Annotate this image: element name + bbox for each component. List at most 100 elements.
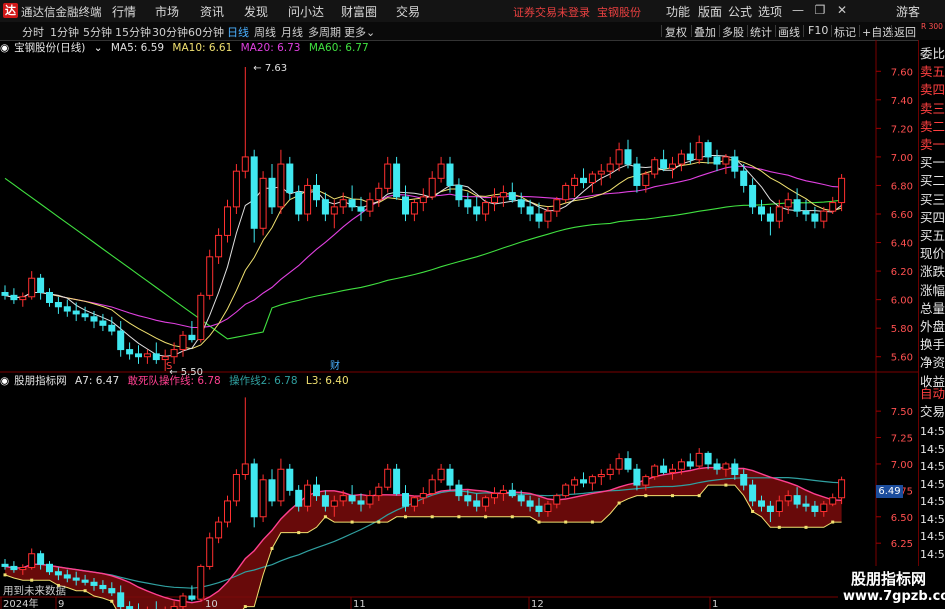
indicator-candle	[811, 505, 819, 512]
price-candle	[410, 202, 418, 215]
price-candle	[215, 234, 223, 258]
side-item-15: 外盘	[920, 319, 945, 334]
price-candle	[615, 149, 623, 165]
indicator-tick-label: 6.25	[891, 539, 913, 550]
side-time-3: 14:56	[920, 477, 945, 491]
date-tick-label: 10	[205, 599, 218, 609]
indicator-candle	[295, 489, 303, 507]
side-item-11: 现价	[920, 246, 945, 262]
side-item-14: 总量	[920, 300, 945, 316]
indicator-candle	[544, 503, 552, 512]
collapse-icon: ◉	[0, 375, 10, 387]
indicator-candle	[188, 595, 196, 600]
l3-dot	[297, 531, 301, 535]
indicator-tick-label: 7.50	[891, 407, 913, 418]
price-candle	[37, 277, 45, 293]
price-candle	[179, 334, 187, 351]
price-candle	[304, 184, 312, 215]
price-candle	[482, 202, 490, 215]
price-candle	[571, 177, 579, 186]
indicator-candle	[63, 574, 71, 579]
l3-dot	[804, 525, 808, 529]
price-tick-label: 7.60	[891, 67, 913, 78]
indicator-candle	[81, 579, 89, 583]
chevron-down-icon: ⌄	[93, 42, 103, 54]
price-candle	[553, 199, 561, 212]
price-tick-label: 6.60	[891, 210, 913, 221]
indicator-candle	[108, 588, 116, 594]
ma10-label: MA10: 6.61	[172, 42, 233, 54]
indicator-candle	[366, 495, 374, 505]
price-candle	[775, 206, 783, 222]
indicator-candle	[1, 563, 9, 567]
indicator-candle	[571, 479, 579, 486]
price-tick-label: 7.40	[891, 96, 913, 107]
price-candle	[464, 199, 472, 208]
price-candle	[704, 142, 712, 158]
side-auto-0[interactable]: 自动	[920, 386, 945, 402]
price-candle	[366, 199, 374, 212]
indicator-candle	[517, 495, 525, 502]
price-candle	[758, 206, 765, 215]
indicator-candle	[535, 505, 543, 512]
price-candle	[669, 163, 676, 169]
indicator-candle	[277, 468, 285, 502]
side-auto-1[interactable]: 交易	[920, 404, 945, 420]
indicator-candle	[224, 500, 231, 523]
price-candle	[651, 159, 659, 175]
l3-dot	[751, 509, 755, 513]
indicator-candle	[766, 505, 774, 512]
current-value-tag: 6.49	[876, 485, 903, 498]
price-candle	[81, 313, 89, 318]
side-item-17: 净资	[920, 355, 945, 371]
price-candle	[54, 301, 62, 308]
l3-dot	[430, 515, 434, 519]
kline-chart-canvas[interactable]: 7.60 7.40 7.20 7.00 6.80 6.60 6.40 6.20 6.00 5.80…	[0, 0, 945, 609]
price-candle	[642, 173, 650, 186]
indicator-candle	[473, 500, 481, 507]
indicator-candle	[321, 495, 329, 507]
l3-dot	[243, 605, 247, 609]
price-candle	[455, 184, 463, 201]
indicator-candle	[793, 495, 801, 505]
l3-dot	[644, 494, 648, 498]
l3-dot	[83, 589, 87, 593]
l3-dot	[671, 494, 674, 498]
side-item-12: 涨跌	[920, 264, 945, 280]
price-candle	[357, 206, 365, 212]
price-candle	[313, 184, 320, 201]
indicator-candle	[384, 468, 392, 488]
price-tick-label: 6.80	[891, 181, 913, 192]
indicator-candle	[99, 584, 107, 590]
price-candle	[740, 170, 748, 186]
dare-line-label: 敢死队操作线: 6.78	[127, 375, 221, 387]
ma60-label: MA60: 6.77	[308, 42, 369, 54]
collapse-icon: ◉	[0, 42, 10, 54]
price-candle	[321, 199, 329, 215]
price-candle	[277, 163, 285, 208]
price-candle	[268, 177, 276, 208]
indicator-candle	[829, 497, 837, 505]
price-candle	[232, 170, 240, 208]
price-candle	[722, 156, 730, 165]
l3-dot	[323, 515, 327, 519]
price-candle	[135, 353, 142, 358]
side-item-6: 买一	[920, 155, 945, 171]
date-tick-label: 1	[712, 599, 718, 609]
price-candle	[677, 153, 685, 165]
price-candle	[660, 159, 668, 169]
l3-dot	[590, 520, 594, 524]
s-marker: S	[166, 361, 172, 372]
indicator-candle	[562, 484, 570, 497]
price-candle	[10, 294, 18, 301]
price-candle	[580, 177, 587, 184]
price-candle	[188, 334, 196, 341]
indicator-candle	[775, 500, 783, 512]
future-data-note: 用到未来数据	[3, 585, 66, 597]
indicator-candle	[357, 500, 365, 505]
price-candle	[206, 256, 214, 296]
a7-label: A7: 6.47	[75, 375, 120, 387]
price-candle	[72, 310, 80, 315]
price-candle	[375, 187, 383, 201]
price-candle	[46, 292, 53, 303]
